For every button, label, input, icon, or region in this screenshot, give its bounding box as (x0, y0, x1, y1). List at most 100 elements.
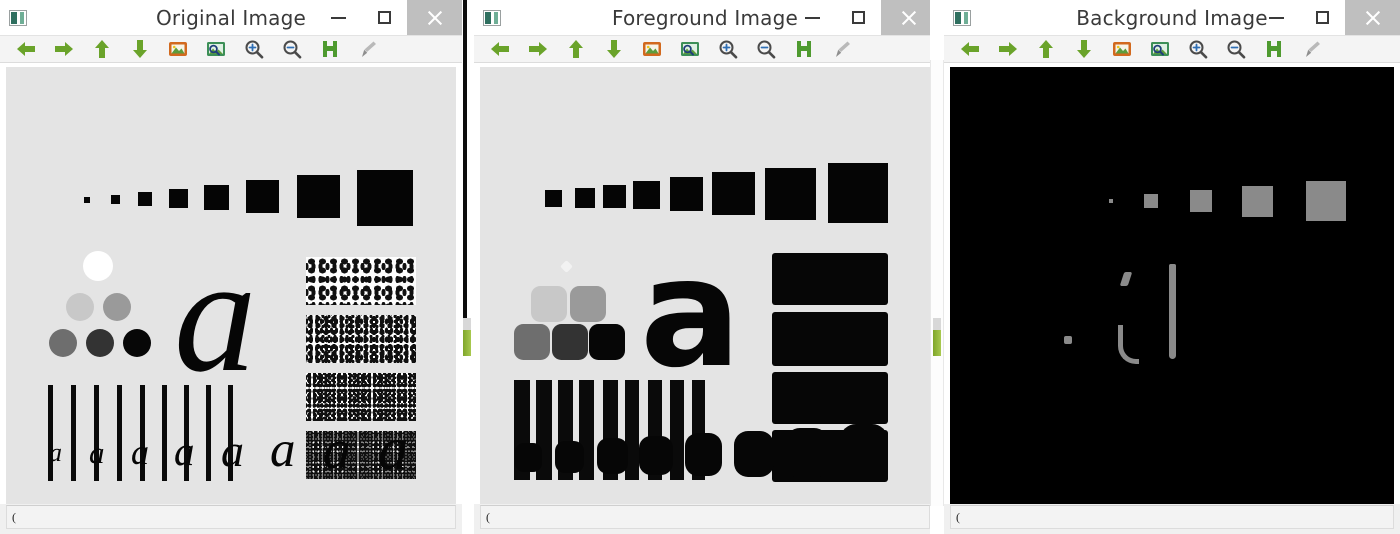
status-text-original[interactable]: ( (6, 505, 456, 529)
test-square (138, 192, 152, 206)
down-arrow-icon[interactable] (126, 37, 154, 61)
image-canvas-foreground[interactable]: a (480, 67, 930, 504)
graded-letter: a (221, 425, 244, 476)
scrollbar-track-cap (463, 318, 471, 330)
scrollbar-thumb-foreground[interactable] (933, 330, 941, 356)
toolbar-original[interactable] (0, 35, 462, 63)
gray-circle (66, 293, 94, 321)
graded-letter: a (378, 416, 409, 483)
fg-square (545, 190, 562, 207)
fg-square (670, 177, 703, 211)
window-background-image[interactable]: Background Image ( (944, 0, 1400, 534)
clear-brush-icon[interactable] (828, 37, 856, 61)
fg-square (828, 163, 888, 223)
find-image-icon[interactable] (1146, 37, 1174, 61)
zoom-out-icon[interactable] (1222, 37, 1250, 61)
fg-rounded-square (552, 324, 588, 360)
minimize-button-original[interactable] (315, 0, 361, 35)
back-arrow-icon[interactable] (956, 37, 984, 61)
noise-patch (306, 257, 416, 305)
test-square (246, 180, 279, 213)
down-arrow-icon[interactable] (600, 37, 628, 61)
window-foreground-image[interactable]: Foreground Image a ( (474, 0, 936, 534)
caption-buttons-original (315, 0, 462, 35)
down-arrow-icon[interactable] (1070, 37, 1098, 61)
test-square (84, 197, 90, 203)
forward-arrow-icon[interactable] (994, 37, 1022, 61)
scrollbar-track-foreground[interactable] (930, 60, 944, 506)
save-icon[interactable] (790, 37, 818, 61)
forward-arrow-icon[interactable] (524, 37, 552, 61)
image-canvas-original[interactable]: a a a a a a a a a (6, 67, 456, 504)
scrollbar-thumb-original[interactable] (463, 330, 471, 356)
back-arrow-icon[interactable] (486, 37, 514, 61)
save-icon[interactable] (316, 37, 344, 61)
open-image-icon[interactable] (1108, 37, 1136, 61)
test-square (297, 175, 340, 218)
toolbar-background[interactable] (944, 35, 1400, 63)
status-text-background[interactable]: ( (950, 505, 1394, 529)
back-arrow-icon[interactable] (12, 37, 40, 61)
titlebar-original[interactable]: Original Image (0, 0, 462, 35)
find-image-icon[interactable] (676, 37, 704, 61)
zoom-in-icon[interactable] (1184, 37, 1212, 61)
gray-circle (49, 329, 77, 357)
graded-letter: a (131, 432, 149, 472)
bg-square (1190, 190, 1212, 212)
fg-rounded-square (514, 324, 550, 360)
minimize-button-foreground[interactable] (789, 0, 835, 35)
bg-letter-stroke (1169, 264, 1176, 359)
open-image-icon[interactable] (638, 37, 666, 61)
clear-brush-icon[interactable] (354, 37, 382, 61)
fg-square (633, 181, 660, 209)
fg-square (765, 168, 816, 220)
scrollbar-strip-original[interactable] (462, 0, 474, 534)
statusbar-foreground: ( (474, 504, 936, 534)
fg-letter-blob (639, 436, 673, 475)
scrollbar-track-cap (933, 318, 941, 330)
close-button-original[interactable] (407, 0, 462, 35)
graded-letter: a (49, 438, 62, 467)
toolbar-foreground[interactable] (474, 35, 936, 63)
window-original-image[interactable]: Original Image a a a a a a a a a ( (0, 0, 462, 534)
find-image-icon[interactable] (202, 37, 230, 61)
up-arrow-icon[interactable] (1032, 37, 1060, 61)
fg-square (603, 185, 626, 208)
caption-buttons-foreground (789, 0, 936, 35)
zoom-out-icon[interactable] (278, 37, 306, 61)
zoom-in-icon[interactable] (714, 37, 742, 61)
canvas-wrap-background[interactable] (944, 63, 1400, 504)
image-canvas-background[interactable] (950, 67, 1394, 504)
maximize-button-foreground[interactable] (835, 0, 881, 35)
maximize-icon (377, 11, 391, 24)
test-square (357, 170, 413, 226)
fg-rounded-square (531, 286, 567, 322)
minimize-icon (1268, 16, 1284, 19)
scrollbar-strip-foreground[interactable] (930, 0, 944, 534)
maximize-button-original[interactable] (361, 0, 407, 35)
bg-letter-stroke (1119, 272, 1133, 286)
close-button-background[interactable] (1345, 0, 1400, 35)
maximize-button-background[interactable] (1299, 0, 1345, 35)
forward-arrow-icon[interactable] (50, 37, 78, 61)
fg-big-letter-a: a (640, 227, 742, 401)
titlebar-background[interactable]: Background Image (944, 0, 1400, 35)
up-arrow-icon[interactable] (562, 37, 590, 61)
canvas-wrap-foreground[interactable]: a (474, 63, 936, 504)
canvas-wrap-original[interactable]: a a a a a a a a a (0, 63, 462, 504)
minimize-button-background[interactable] (1253, 0, 1299, 35)
open-image-icon[interactable] (164, 37, 192, 61)
zoom-in-icon[interactable] (240, 37, 268, 61)
clear-brush-icon[interactable] (1298, 37, 1326, 61)
minimize-icon (804, 16, 820, 19)
fg-rounded-square (570, 286, 606, 322)
zoom-out-icon[interactable] (752, 37, 780, 61)
titlebar-foreground[interactable]: Foreground Image (474, 0, 936, 35)
status-text-foreground[interactable]: ( (480, 505, 930, 529)
fg-square (575, 188, 595, 208)
save-icon[interactable] (1260, 37, 1288, 61)
fg-filled-patch (772, 312, 888, 366)
close-button-foreground[interactable] (881, 0, 936, 35)
noise-patch (306, 315, 416, 363)
up-arrow-icon[interactable] (88, 37, 116, 61)
